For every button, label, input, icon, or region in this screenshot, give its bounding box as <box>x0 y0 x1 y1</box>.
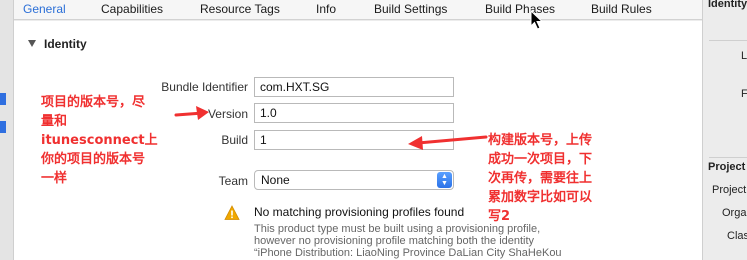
annotation-arrows <box>174 106 488 150</box>
arrow-to-version-icon <box>174 106 209 120</box>
arrow-to-build-icon <box>408 135 488 150</box>
mouse-pointer-icon <box>530 10 543 30</box>
